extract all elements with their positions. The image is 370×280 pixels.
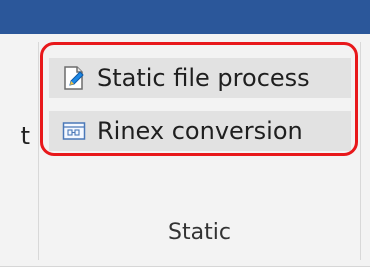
- rinex-conversion-button[interactable]: Rinex conversion: [49, 111, 351, 151]
- rinex-convert-icon: [61, 118, 87, 144]
- title-bar: [0, 0, 370, 34]
- static-file-process-button[interactable]: Static file process: [49, 58, 351, 98]
- group-separator-right: [360, 42, 361, 260]
- group-label-static: Static: [168, 220, 231, 245]
- edit-document-icon: [61, 65, 87, 91]
- static-file-process-label: Static file process: [97, 64, 310, 92]
- static-group: Static file process Rinex conversion Sta…: [39, 34, 360, 266]
- rinex-conversion-label: Rinex conversion: [97, 117, 303, 145]
- ribbon: t Static file process Rinex conversion S…: [0, 34, 370, 267]
- previous-group-label-fragment: t: [20, 122, 30, 150]
